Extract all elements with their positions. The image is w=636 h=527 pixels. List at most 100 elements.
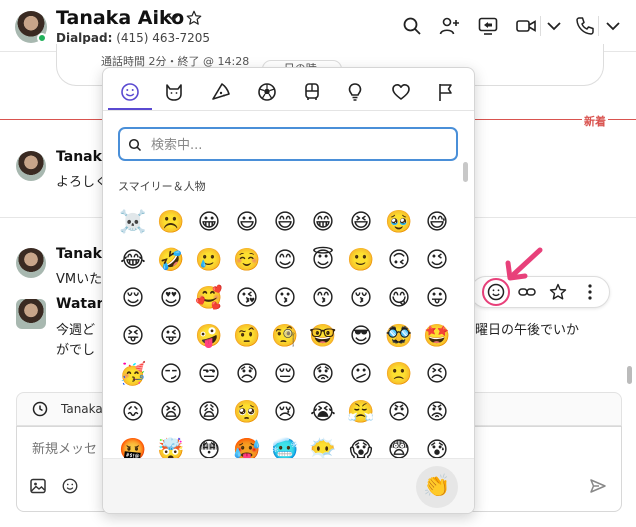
tab-symbols[interactable] (388, 79, 414, 105)
more-options-icon[interactable] (580, 282, 600, 302)
emoji-item[interactable]: 😌 (114, 280, 152, 318)
tab-objects[interactable] (342, 79, 368, 105)
page-scrollbar[interactable] (627, 366, 632, 384)
video-call-icon[interactable] (515, 15, 537, 37)
emoji-item[interactable]: 😱 (342, 432, 380, 458)
emoji-item[interactable]: 😂 (114, 242, 152, 280)
emoji-search-input[interactable] (151, 135, 441, 155)
emoji-item[interactable]: 🤓 (304, 318, 342, 356)
emoji-item[interactable]: ☹️ (152, 204, 190, 242)
message-avatar[interactable] (16, 151, 46, 181)
online-status-dot (37, 33, 47, 43)
skin-tone-button[interactable]: 👏 (416, 466, 458, 508)
emoji-item[interactable]: 😀 (190, 204, 228, 242)
ball-icon (258, 83, 276, 101)
emoji-item[interactable]: 😆 (342, 204, 380, 242)
emoji-item[interactable]: 😳 (190, 432, 228, 458)
emoji-item[interactable]: 🙂 (342, 242, 380, 280)
emoji-item[interactable]: ☺️ (228, 242, 266, 280)
star-icon[interactable] (185, 9, 203, 27)
contact-name[interactable]: Tanaka Aiko (56, 7, 184, 29)
emoji-item[interactable]: 🤬 (114, 432, 152, 458)
emoji-item[interactable]: 😤 (342, 394, 380, 432)
emoji-item[interactable]: 😏 (152, 356, 190, 394)
emoji-item[interactable]: 😍 (152, 280, 190, 318)
emoji-item[interactable]: 😨 (380, 432, 418, 458)
emoji-item[interactable]: 😄 (266, 204, 304, 242)
emoji-item[interactable]: 😢 (266, 394, 304, 432)
emoji-item[interactable]: 😔 (266, 356, 304, 394)
emoji-item[interactable]: 🙁 (380, 356, 418, 394)
video-options-chevron-icon[interactable] (543, 15, 565, 37)
emoji-item[interactable]: 😗 (266, 280, 304, 318)
emoji-item[interactable]: 🥺 (228, 394, 266, 432)
emoji-item[interactable]: ☠️ (114, 204, 152, 242)
emoji-scroll-track[interactable] (462, 160, 468, 456)
emoji-item[interactable]: 😚 (342, 280, 380, 318)
emoji-item[interactable]: 🥹 (380, 204, 418, 242)
send-icon[interactable] (589, 477, 607, 495)
message-sender[interactable]: Watan (56, 296, 107, 312)
emoji-item[interactable]: 🥸 (380, 318, 418, 356)
emoji-item[interactable]: 😣 (418, 356, 456, 394)
emoji-item[interactable]: 🥵 (228, 432, 266, 458)
emoji-item[interactable]: 🙃 (380, 242, 418, 280)
emoji-item[interactable]: 😝 (114, 318, 152, 356)
chevron-down-icon[interactable] (166, 9, 180, 25)
emoji-item[interactable]: 😊 (266, 242, 304, 280)
link-icon[interactable] (517, 282, 537, 302)
screen-share-icon[interactable] (477, 15, 499, 37)
emoji-item[interactable]: 😇 (304, 242, 342, 280)
star-icon[interactable] (548, 282, 568, 302)
emoji-item[interactable]: 🥰 (190, 280, 228, 318)
emoji-item[interactable]: 🥶 (266, 432, 304, 458)
emoji-item[interactable]: 😙 (304, 280, 342, 318)
emoji-item[interactable]: 🥳 (114, 356, 152, 394)
tab-activities[interactable] (254, 79, 280, 105)
emoji-item[interactable]: 😟 (304, 356, 342, 394)
emoji-picker-icon[interactable] (61, 477, 79, 495)
emoji-item[interactable]: 😠 (380, 394, 418, 432)
emoji-item[interactable]: 😕 (342, 356, 380, 394)
emoji-section-label: スマイリー＆人物 (118, 180, 206, 193)
image-attach-icon[interactable] (29, 477, 47, 495)
tab-smileys[interactable] (117, 79, 143, 105)
emoji-item[interactable]: 😜 (152, 318, 190, 356)
emoji-item[interactable]: 😉 (418, 242, 456, 280)
emoji-item[interactable]: 😫 (152, 394, 190, 432)
emoji-item[interactable]: 😒 (190, 356, 228, 394)
message-avatar[interactable] (16, 248, 46, 278)
emoji-item[interactable]: 🤩 (418, 318, 456, 356)
call-options-chevron-icon[interactable] (602, 15, 624, 37)
emoji-item[interactable]: 🤯 (152, 432, 190, 458)
emoji-item[interactable]: 🥲 (190, 242, 228, 280)
message-avatar[interactable] (16, 299, 46, 329)
tab-flags[interactable] (433, 79, 459, 105)
emoji-item[interactable]: 😛 (418, 280, 456, 318)
emoji-item[interactable]: 😁 (304, 204, 342, 242)
emoji-item[interactable]: 🤪 (190, 318, 228, 356)
emoji-item[interactable]: 😖 (114, 394, 152, 432)
emoji-item[interactable]: 😶‍🌫️ (304, 432, 342, 458)
emoji-item[interactable]: 😃 (228, 204, 266, 242)
emoji-item[interactable]: 😘 (228, 280, 266, 318)
message-input[interactable] (32, 442, 112, 457)
tab-travel[interactable] (299, 79, 325, 105)
phone-call-icon[interactable] (574, 15, 596, 37)
tab-food[interactable] (208, 79, 234, 105)
emoji-item[interactable]: 😋 (380, 280, 418, 318)
emoji-item[interactable]: 😡 (418, 394, 456, 432)
emoji-scroll-thumb[interactable] (463, 162, 468, 182)
emoji-item[interactable]: 🤨 (228, 318, 266, 356)
emoji-item[interactable]: 🤣 (152, 242, 190, 280)
tab-animals[interactable] (161, 79, 187, 105)
emoji-item[interactable]: 🧐 (266, 318, 304, 356)
add-person-icon[interactable] (438, 15, 460, 37)
emoji-item[interactable]: 😰 (418, 432, 456, 458)
emoji-item[interactable]: 😅 (418, 204, 456, 242)
emoji-item[interactable]: 😩 (190, 394, 228, 432)
search-icon[interactable] (401, 15, 423, 37)
emoji-item[interactable]: 😭 (304, 394, 342, 432)
emoji-item[interactable]: 😎 (342, 318, 380, 356)
emoji-item[interactable]: 😞 (228, 356, 266, 394)
